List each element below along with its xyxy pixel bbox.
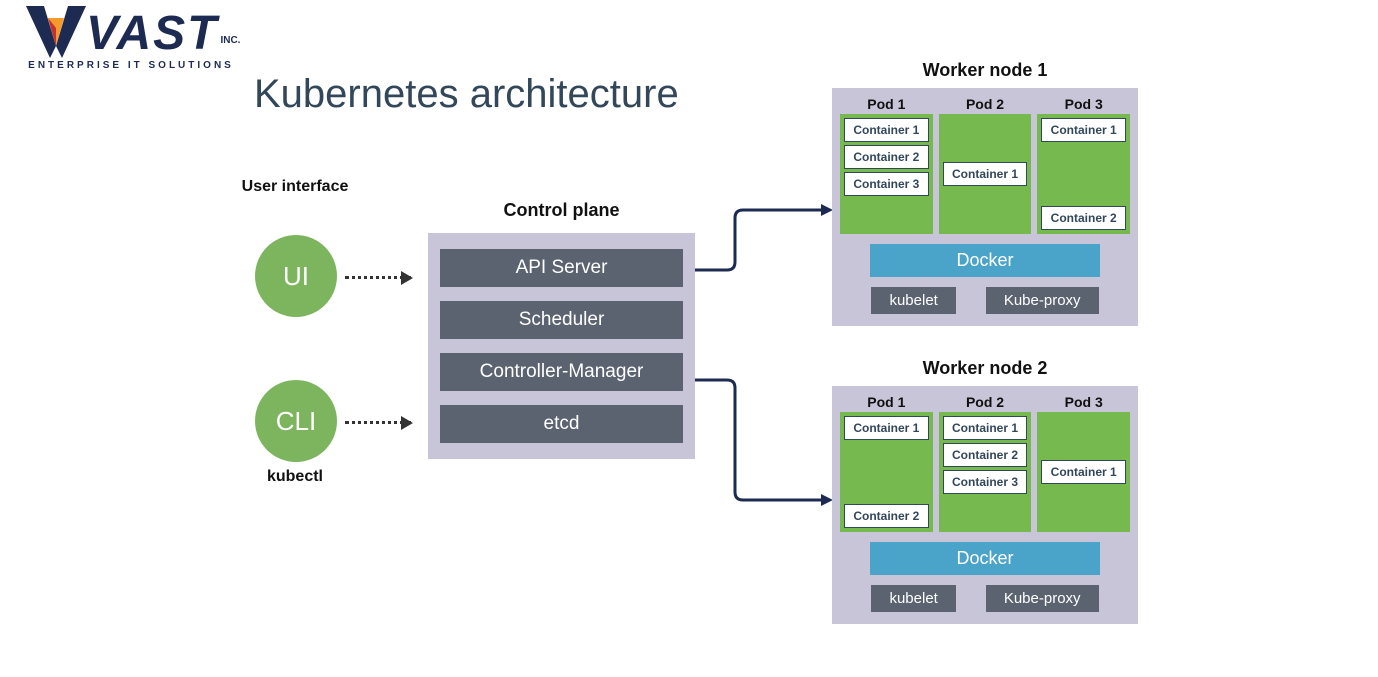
worker2-title: Worker node 2 <box>832 358 1138 379</box>
w2-pod2-title: Pod 2 <box>939 394 1032 410</box>
w1-p2-c1: Container 1 <box>943 162 1028 186</box>
logo-suffix: INC. <box>220 35 240 46</box>
arrow-ui-to-control <box>345 276 411 279</box>
w1-pod2: Container 1 <box>939 114 1032 234</box>
w1-kubelet: kubelet <box>871 287 955 314</box>
cli-circle-text: CLI <box>276 406 316 437</box>
w1-p1-c1: Container 1 <box>844 118 929 142</box>
w2-p2-c3: Container 3 <box>943 470 1028 494</box>
ui-circle: UI <box>255 235 337 317</box>
w1-docker: Docker <box>870 244 1100 277</box>
cli-label: kubectl <box>235 468 355 486</box>
w2-pod3-title: Pod 3 <box>1037 394 1130 410</box>
worker1-title: Worker node 1 <box>832 60 1138 81</box>
cp-etcd: etcd <box>440 405 683 443</box>
worker2-box: Pod 1 Container 1 Container 2 Pod 2 Cont… <box>832 386 1138 624</box>
w2-p1-c1: Container 1 <box>844 416 929 440</box>
logo-name: VAST <box>86 7 218 60</box>
worker1-box: Pod 1 Container 1 Container 2 Container … <box>832 88 1138 326</box>
w2-p1-c2: Container 2 <box>844 504 929 528</box>
w2-docker: Docker <box>870 542 1100 575</box>
w1-pod3-title: Pod 3 <box>1037 96 1130 112</box>
w1-p1-c2: Container 2 <box>844 145 929 169</box>
w2-kube-proxy: Kube-proxy <box>986 585 1099 612</box>
worker1-pods: Pod 1 Container 1 Container 2 Container … <box>840 96 1130 234</box>
cp-scheduler: Scheduler <box>440 301 683 339</box>
worker2-pods: Pod 1 Container 1 Container 2 Pod 2 Cont… <box>840 394 1130 532</box>
w1-pod1: Container 1 Container 2 Container 3 <box>840 114 933 234</box>
arrow-control-to-worker2 <box>695 370 835 520</box>
control-plane-box: API Server Scheduler Controller-Manager … <box>428 233 695 459</box>
w2-pod1-title: Pod 1 <box>840 394 933 410</box>
w2-p2-c1: Container 1 <box>943 416 1028 440</box>
cp-controller-manager: Controller-Manager <box>440 353 683 391</box>
w1-pod2-title: Pod 2 <box>939 96 1032 112</box>
w2-pod1: Container 1 Container 2 <box>840 412 933 532</box>
w2-kubelet: kubelet <box>871 585 955 612</box>
ui-circle-text: UI <box>283 261 309 292</box>
page-title: Kubernetes architecture <box>254 72 679 117</box>
cli-circle: CLI <box>255 380 337 462</box>
logo: VASTINC. ENTERPRISE IT SOLUTIONS <box>26 6 236 71</box>
control-plane-title: Control plane <box>428 200 695 221</box>
w2-p2-c2: Container 2 <box>943 443 1028 467</box>
logo-mark <box>26 6 86 58</box>
w1-p1-c3: Container 3 <box>844 172 929 196</box>
w1-kube-proxy: Kube-proxy <box>986 287 1099 314</box>
arrow-cli-to-control <box>345 421 411 424</box>
w2-pod2: Container 1 Container 2 Container 3 <box>939 412 1032 532</box>
w2-pod3: Container 1 <box>1037 412 1130 532</box>
w1-p3-c2: Container 2 <box>1041 206 1126 230</box>
ui-label: User interface <box>235 178 355 196</box>
w2-p3-c1: Container 1 <box>1041 460 1126 484</box>
w1-pod3: Container 1 Container 2 <box>1037 114 1130 234</box>
logo-tagline: ENTERPRISE IT SOLUTIONS <box>26 60 236 71</box>
w1-pod1-title: Pod 1 <box>840 96 933 112</box>
cp-api-server: API Server <box>440 249 683 287</box>
arrow-control-to-worker1 <box>695 200 835 280</box>
w1-p3-c1: Container 1 <box>1041 118 1126 142</box>
